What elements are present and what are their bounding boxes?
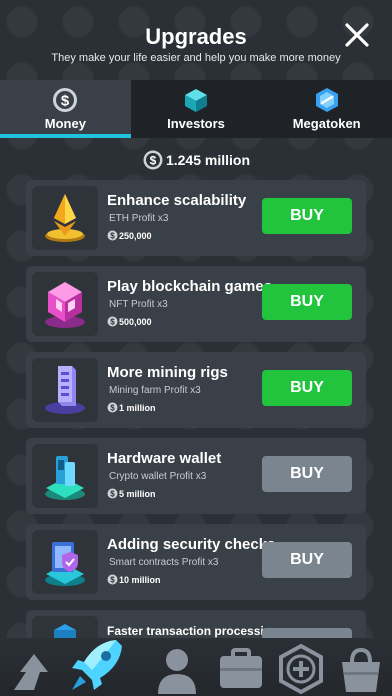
buy-button[interactable]: BUY xyxy=(262,456,352,492)
dollar-coin-icon: $ xyxy=(107,488,118,499)
upgrade-title: Hardware wallet xyxy=(107,450,222,467)
security-shield-icon xyxy=(32,530,98,594)
upgrade-title: More mining rigs xyxy=(107,364,228,381)
upgrade-description: Smart contracts Profit x3 xyxy=(109,557,219,568)
upgrades-arrow-icon xyxy=(14,654,48,690)
upgrade-price-value: 500,000 xyxy=(119,316,152,327)
hexagon-plus-icon xyxy=(279,643,323,695)
upgrade-price-value: 5 million xyxy=(119,488,156,499)
upgrade-price: $ 250,000 xyxy=(107,230,152,241)
svg-text:$: $ xyxy=(110,232,115,241)
dollar-coin-icon: $ xyxy=(107,574,118,585)
shopping-bag-icon xyxy=(342,647,380,692)
upgrade-card: Enhance scalability ETH Profit x3 $ 250,… xyxy=(26,180,366,256)
nav-rocket[interactable] xyxy=(66,634,128,696)
tab-megatoken[interactable]: Megatoken xyxy=(261,80,392,138)
token-icon xyxy=(315,88,338,112)
dollar-coin-icon: $ xyxy=(53,88,78,112)
close-button[interactable] xyxy=(344,22,370,48)
upgrade-price: $ 500,000 xyxy=(107,316,152,327)
tab-investors[interactable]: Investors xyxy=(130,80,262,138)
dollar-coin-icon: $ xyxy=(107,230,118,241)
cube-icon xyxy=(185,89,207,112)
tab-money-label: Money xyxy=(44,116,86,131)
upgrade-description: Mining farm Profit x3 xyxy=(109,385,201,396)
dollar-coin-icon: $ xyxy=(143,150,163,170)
page-title: Upgrades xyxy=(145,24,247,49)
nav-briefcase[interactable] xyxy=(214,642,268,696)
upgrade-price-value: 250,000 xyxy=(119,230,152,241)
upgrade-title: Adding security checks xyxy=(107,536,276,553)
bottom-nav xyxy=(0,638,392,696)
dollar-coin-icon: $ xyxy=(107,402,118,413)
svg-text:$: $ xyxy=(110,404,115,413)
buy-button[interactable]: BUY xyxy=(262,284,352,320)
upgrade-description: Crypto wallet Profit x3 xyxy=(109,471,207,482)
upgrade-price: $ 10 million xyxy=(107,574,161,585)
tab-money[interactable]: $ Money xyxy=(0,80,131,138)
upgrade-price: $ 1 million xyxy=(107,402,156,413)
briefcase-icon xyxy=(220,648,262,688)
balance-display: $ 1.245 million xyxy=(0,146,392,174)
header: Upgrades They make your life easier and … xyxy=(0,0,392,80)
buy-button[interactable]: BUY xyxy=(262,542,352,578)
svg-text:$: $ xyxy=(61,93,70,110)
page-subtitle: They make your life easier and help you … xyxy=(51,52,341,64)
upgrade-title: Play blockchain games xyxy=(107,278,273,295)
upgrade-description: ETH Profit x3 xyxy=(109,213,169,224)
balance-value: 1.245 million xyxy=(165,152,251,168)
upgrade-card: Hardware wallet Crypto wallet Profit x3 … xyxy=(26,438,366,514)
rocket-icon xyxy=(72,640,122,690)
hardware-wallet-icon xyxy=(32,444,98,508)
upgrade-price: $ 5 million xyxy=(107,488,156,499)
nav-boosts[interactable] xyxy=(274,642,328,696)
svg-text:$: $ xyxy=(110,318,115,327)
buy-button[interactable]: BUY xyxy=(262,198,352,234)
upgrade-card: Play blockchain games NFT Profit x3 $ 50… xyxy=(26,266,366,342)
svg-text:$: $ xyxy=(110,490,115,499)
upgrade-card: Adding security checks Smart contracts P… xyxy=(26,524,366,600)
upgrade-price-value: 10 million xyxy=(119,574,161,585)
tab-bar: $ Money Investors Megatoken xyxy=(0,80,392,138)
tab-investors-label: Investors xyxy=(167,116,225,131)
upgrade-list: Enhance scalability ETH Profit x3 $ 250,… xyxy=(26,180,366,654)
svg-text:$: $ xyxy=(110,576,115,585)
close-icon xyxy=(345,23,369,47)
dollar-coin-icon: $ xyxy=(107,316,118,327)
upgrade-price-value: 1 million xyxy=(119,402,156,413)
buy-button[interactable]: BUY xyxy=(262,370,352,406)
upgrade-description: NFT Profit x3 xyxy=(109,299,168,310)
svg-text:$: $ xyxy=(150,154,157,168)
upgrade-title: Faster transaction processing xyxy=(107,624,279,638)
ethereum-icon xyxy=(32,186,98,250)
nav-shop[interactable] xyxy=(334,642,388,696)
upgrade-title: Enhance scalability xyxy=(107,192,247,209)
server-rack-icon xyxy=(32,358,98,422)
tab-megatoken-label: Megatoken xyxy=(292,116,361,131)
game-cube-icon xyxy=(32,272,98,336)
upgrade-card: More mining rigs Mining farm Profit x3 $… xyxy=(26,352,366,428)
profile-icon xyxy=(158,649,196,694)
nav-upgrades[interactable] xyxy=(4,642,58,696)
nav-profile[interactable] xyxy=(150,642,204,696)
